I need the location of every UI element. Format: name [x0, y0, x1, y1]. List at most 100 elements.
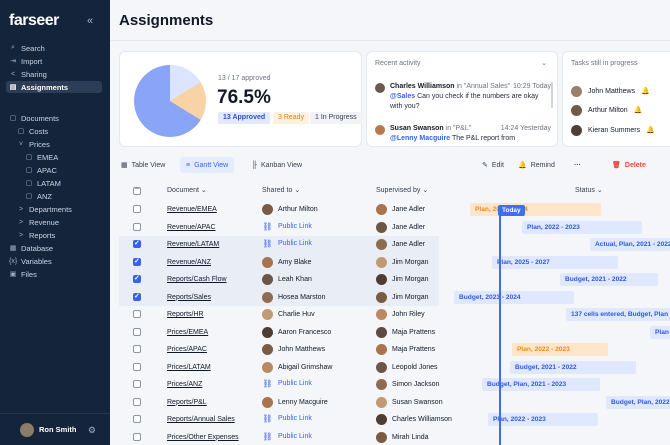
nav-prices-latam[interactable]: ▢ LATAM [0, 177, 110, 189]
in-progress-badge[interactable]: 1 In Progress [310, 112, 362, 124]
scrollbar[interactable] [551, 82, 553, 108]
nav-reports[interactable]: > Reports [0, 229, 110, 241]
public-link[interactable]: Public Link [278, 240, 312, 247]
shared-to-cell: ⛓ Public Link [262, 432, 312, 441]
nav-files[interactable]: ▣ Files [0, 268, 110, 280]
nav-costs[interactable]: ▢ Costs [0, 125, 110, 137]
nav-search[interactable]: ⌕ Search [0, 42, 110, 54]
public-link[interactable]: Public Link [278, 223, 312, 230]
gear-icon[interactable]: ⚙ [88, 425, 96, 436]
gantt-bar[interactable]: Plan, 2023 - 2024 [470, 203, 601, 216]
gantt-bar[interactable]: Plan, 2025 - 2027 [492, 255, 618, 269]
activity-mention[interactable]: @Lenny Macguire [390, 135, 450, 142]
document-link[interactable]: Reports/P&L [167, 399, 207, 406]
activity-item[interactable]: Susan Swanson in "P&L" @Lenny Macguire T… [375, 124, 551, 144]
public-link[interactable]: Public Link [278, 415, 312, 422]
nav-prices-anz[interactable]: ▢ ANZ [0, 190, 110, 202]
approved-badge[interactable]: 13 Approved [218, 112, 271, 124]
gantt-bar[interactable]: Plan [650, 325, 670, 339]
nav-assignments[interactable]: ▤ Assignments [6, 81, 102, 93]
nav-prices-emea[interactable]: ▢ EMEA [0, 151, 110, 163]
nav-departments[interactable]: > Departments [0, 203, 110, 215]
user-profile[interactable]: Ron Smith ⚙ [0, 413, 110, 445]
gantt-bar[interactable]: Budget, 2021 - 2022 [560, 273, 658, 286]
select-all-checkbox[interactable] [133, 185, 141, 195]
public-link[interactable]: Public Link [278, 433, 312, 440]
remind-button[interactable]: 🔔 Remind [512, 157, 561, 173]
delete-button[interactable]: 🗑 Delete [606, 157, 652, 173]
document-link[interactable]: Revenue/ANZ [167, 259, 211, 266]
bell-icon[interactable]: 🔔 [646, 126, 655, 134]
gantt-view-button[interactable]: ≡ Gantt View [180, 157, 235, 173]
row-checkbox[interactable] [133, 327, 141, 336]
row-checkbox[interactable] [133, 205, 141, 213]
gantt-bar[interactable]: Budget, Plan, 2022 [606, 395, 670, 409]
table-view-button[interactable]: ▦ Table View [115, 157, 171, 173]
document-link[interactable]: Revenue/LATAM [167, 241, 219, 248]
gantt-bar[interactable]: Budget, 2023 - 2024 [454, 290, 574, 304]
supervisor-name: Maja Prattens [392, 328, 436, 336]
column-supervised-by[interactable]: Supervised by ⌄ [376, 186, 428, 194]
column-status[interactable]: Status ⌄ [575, 186, 603, 194]
document-link[interactable]: Prices/APAC [167, 346, 207, 353]
nav-documents[interactable]: ▢ Documents [0, 112, 110, 124]
document-link[interactable]: Revenue/APAC [167, 224, 216, 231]
task-item[interactable]: Arthur Milton 🔔 [571, 103, 670, 117]
document-link[interactable]: Prices/Other Expenses [167, 434, 239, 441]
row-checkbox[interactable] [133, 292, 141, 301]
document-link[interactable]: Revenue/EMEA [167, 206, 217, 213]
tasks-in-progress-card: Tasks still in progress John Matthews 🔔 … [562, 51, 670, 147]
gantt-bar[interactable]: Plan, 2022 - 2023 [488, 413, 598, 426]
row-checkbox[interactable] [133, 432, 141, 441]
document-link[interactable]: Reports/Annual Sales [167, 416, 235, 423]
row-checkbox[interactable] [133, 222, 141, 231]
activity-item[interactable]: Charles Williamson in "Annual Sales" @Sa… [375, 82, 551, 112]
bell-icon[interactable]: 🔔 [634, 106, 643, 114]
gantt-bar[interactable]: Plan, 2022 - 2023 [522, 220, 642, 234]
document-link[interactable]: Prices/ANZ [167, 381, 202, 388]
gantt-bar[interactable]: 137 cells entered, Budget, Plan [566, 308, 670, 321]
nav-database[interactable]: ▦ Database [0, 242, 110, 254]
row-checkbox[interactable] [133, 345, 141, 353]
document-link[interactable]: Reports/HR [167, 311, 204, 318]
kanban-view-button[interactable]: ╟ Kanban View [246, 157, 308, 173]
row-checkbox[interactable] [133, 257, 141, 266]
more-options-button[interactable]: ··· [568, 157, 587, 173]
bell-icon[interactable]: 🔔 [641, 87, 650, 95]
public-link[interactable]: Public Link [278, 380, 312, 387]
task-item[interactable]: Kieran Summers 🔔 [571, 123, 670, 137]
nav-revenue[interactable]: > Revenue [0, 216, 110, 228]
shared-to-name: Amy Blake [278, 258, 312, 266]
chevron-down-icon[interactable]: ⌄ [541, 59, 547, 67]
ready-badge[interactable]: 3 Ready [273, 112, 310, 124]
avatar [262, 396, 273, 408]
task-item[interactable]: John Matthews 🔔 [571, 84, 670, 98]
nav-sharing[interactable]: < Sharing [0, 68, 110, 80]
column-document[interactable]: Document ⌄ [167, 186, 207, 194]
row-checkbox[interactable] [133, 380, 141, 388]
gantt-bar[interactable]: Plan, 2022 - 2023 [512, 343, 608, 356]
row-checkbox[interactable] [133, 397, 141, 406]
document-link[interactable]: Prices/LATAM [167, 364, 211, 371]
row-checkbox[interactable] [133, 274, 141, 283]
document-link[interactable]: Reports/Sales [167, 294, 211, 301]
row-checkbox[interactable] [133, 239, 141, 248]
activity-mention[interactable]: @Sales [390, 93, 415, 100]
nav-prices-apac[interactable]: ▢ APAC [0, 164, 110, 176]
gantt-bar[interactable]: Budget, 2021 - 2022 [510, 360, 636, 374]
document-link[interactable]: Prices/EMEA [167, 329, 208, 336]
gantt-bar[interactable]: Actual, Plan, 2021 - 2022 [590, 238, 670, 251]
edit-button[interactable]: ✎ Edit [476, 157, 510, 173]
nav-import[interactable]: ⇥ Import [0, 55, 110, 67]
nav-prices[interactable]: ˅ Prices [0, 138, 110, 150]
nav-variables[interactable]: {x} Variables [0, 255, 110, 267]
avatar [20, 422, 34, 437]
row-checkbox[interactable] [133, 310, 141, 318]
row-checkbox[interactable] [133, 415, 141, 423]
row-checkbox[interactable] [133, 362, 141, 371]
document-link[interactable]: Reports/Cash Flow [167, 276, 227, 283]
collapse-sidebar-icon[interactable]: « [87, 15, 93, 27]
column-shared-to[interactable]: Shared to ⌄ [262, 186, 300, 194]
nav-assignments-label: Assignments [21, 82, 69, 92]
nav-costs-label: Costs [29, 126, 49, 136]
